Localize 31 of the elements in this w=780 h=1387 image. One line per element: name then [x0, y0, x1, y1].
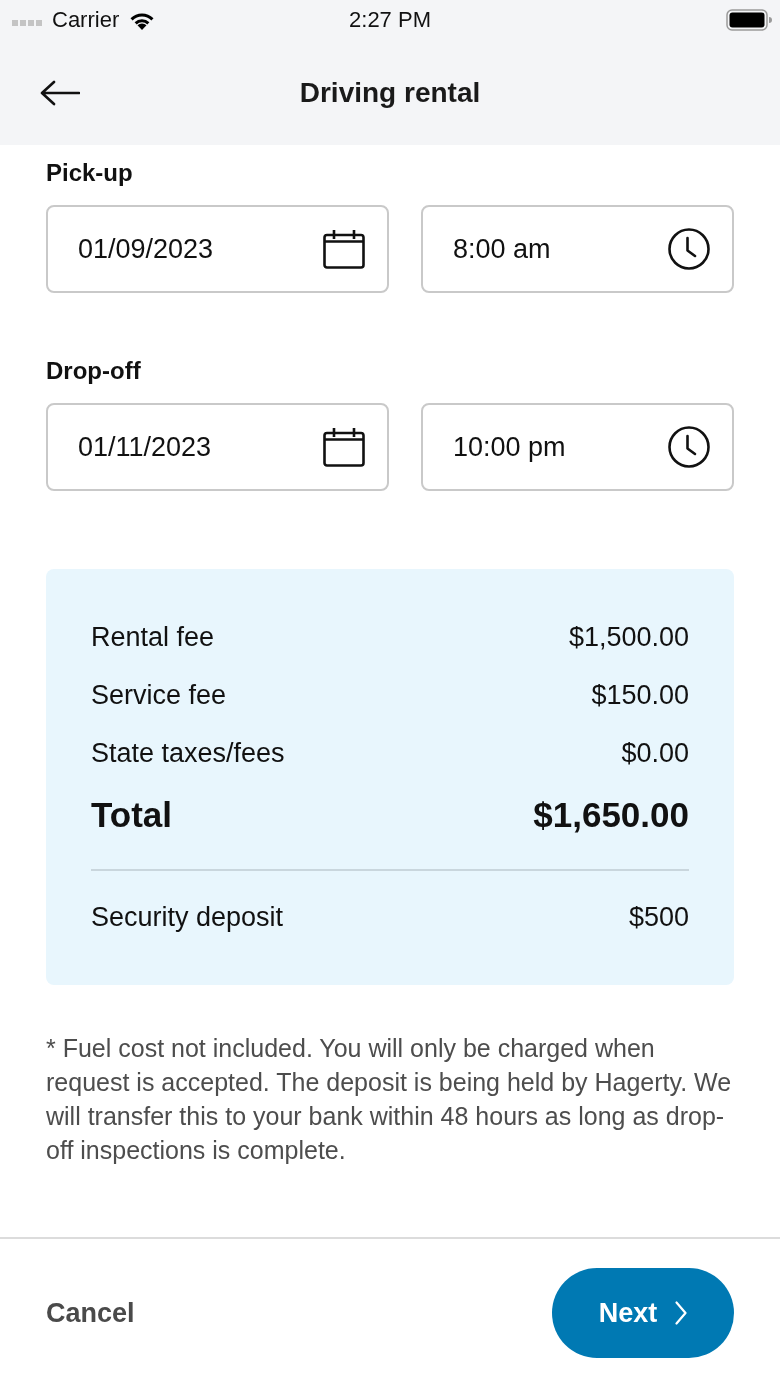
price-label: Security deposit — [91, 900, 284, 934]
next-button[interactable]: Next — [552, 1268, 734, 1358]
date-field[interactable]: 01/09/2023 — [46, 205, 389, 293]
date-field[interactable]: 01/11/2023 — [46, 403, 389, 491]
carrier-name: Carrier — [52, 7, 120, 33]
chevron-right-icon — [675, 1301, 688, 1325]
price-amount: $150.00 — [591, 679, 689, 712]
disclaimer-text: * Fuel cost not included. You will only be charged when request is accepted. The deposit is being held by Hagerty. We will transfer this to your bank within 48 hours as long as drop-off inspections is complete. — [46, 1032, 733, 1166]
calendar-icon — [323, 229, 365, 269]
price-label: Service fee — [91, 679, 227, 712]
section-label: Drop-off — [46, 357, 142, 385]
screen-title: Driving rental — [299, 76, 481, 109]
price-amount: $1,500.00 — [568, 621, 689, 654]
section-label: Pick-up — [46, 159, 134, 187]
price-amount: $0.00 — [621, 737, 689, 770]
status-time: 2:27 PM — [349, 7, 431, 33]
calendar-icon — [323, 427, 365, 467]
battery-icon — [726, 9, 772, 31]
time-field[interactable]: 10:00 pm — [421, 403, 734, 491]
price-amount: $500 — [628, 900, 689, 934]
back-arrow-icon — [40, 79, 80, 106]
clock-icon — [668, 426, 710, 468]
time-field[interactable]: 8:00 am — [421, 205, 734, 293]
price-amount: $1,650.00 — [533, 794, 689, 836]
price-label: Rental fee — [91, 621, 215, 654]
clock-icon — [668, 228, 710, 270]
price-label: Total — [91, 794, 172, 836]
back-button[interactable] — [40, 79, 80, 106]
cancel-button[interactable]: Cancel — [46, 1297, 135, 1329]
signal-icon — [12, 20, 42, 26]
price-label: State taxes/fees — [91, 737, 285, 770]
